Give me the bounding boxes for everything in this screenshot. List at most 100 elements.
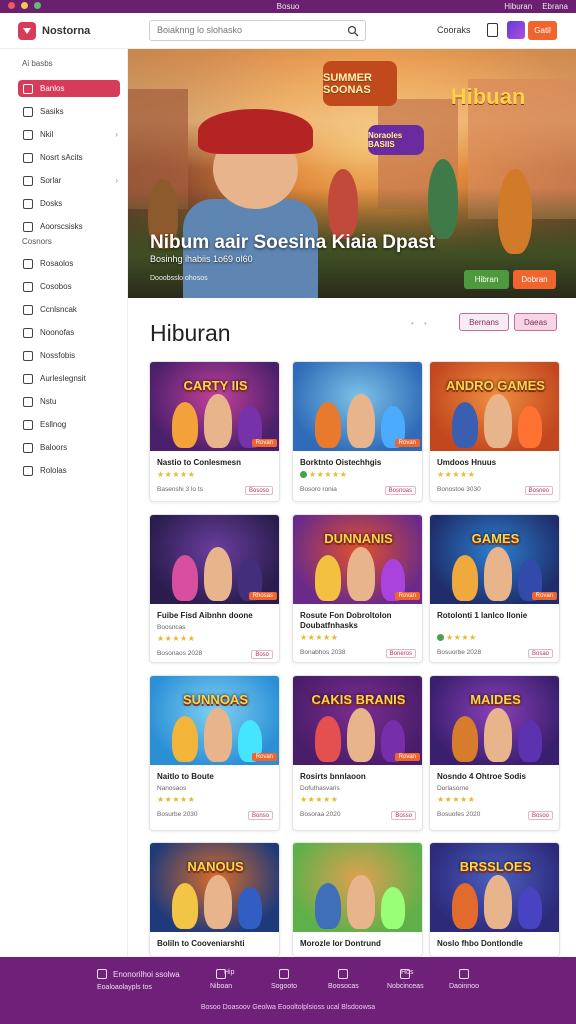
- game-thumbnail[interactable]: NANOUS: [150, 843, 279, 932]
- game-meta: Bonabhos 2038: [300, 649, 346, 656]
- sidebar-item[interactable]: Dosks: [18, 195, 120, 212]
- sidebar-item-icon: [23, 442, 33, 453]
- game-tag[interactable]: Bosnoas: [384, 486, 416, 495]
- footer-nav-item[interactable]: Daoinnoo: [449, 969, 479, 990]
- header-action-button[interactable]: Gatil: [528, 21, 557, 40]
- sidebar-item[interactable]: Nosrt sAcits: [18, 149, 120, 166]
- game-tag[interactable]: Boso: [251, 650, 273, 659]
- sidebar-item[interactable]: Sasiks: [18, 103, 120, 120]
- thumbnail-figure: [452, 555, 478, 601]
- hero-play-button[interactable]: Hibran: [464, 270, 509, 289]
- filter-button-a[interactable]: Bernans: [459, 313, 509, 331]
- sidebar-item[interactable]: Nossfobis: [18, 347, 120, 364]
- game-tag[interactable]: Bosao: [527, 649, 553, 658]
- game-card[interactable]: SUNNOAS Rovan Naitlo to Boute Nanosaos ★★★★★…: [149, 675, 280, 831]
- game-title: Umdoos Hnuus: [437, 458, 497, 467]
- footer-primary[interactable]: Enonorilhoi ssolwa Eoaloaolaypls tos: [97, 969, 180, 991]
- sidebar-item[interactable]: Cosobos: [18, 278, 120, 295]
- search-icon[interactable]: [347, 25, 359, 37]
- game-thumbnail[interactable]: DUNNANIS Rovan: [293, 515, 422, 604]
- rating-stars: ★★★★★: [157, 470, 195, 479]
- game-tag[interactable]: Bonso: [247, 811, 273, 820]
- thumbnail-figure: [484, 708, 512, 762]
- filter-button-b[interactable]: Daeas: [514, 313, 557, 331]
- game-title: Nastio to Conlesmesn: [157, 458, 242, 467]
- thumbnail-title: SUNNOAS: [182, 692, 248, 707]
- status-dot-icon: [437, 634, 444, 641]
- game-title: Rosute Fon Dobroltolon Doubatfnhasks: [300, 611, 392, 630]
- game-card[interactable]: BRSSLOES Noslo fhbo Dontlondle: [429, 842, 560, 957]
- sidebar-item[interactable]: Baloors: [18, 439, 120, 456]
- search-input[interactable]: [157, 25, 342, 35]
- sidebar-item[interactable]: Ccnlsncak: [18, 301, 120, 318]
- footer-nav-icon: [458, 969, 469, 979]
- document-icon[interactable]: [487, 23, 498, 37]
- game-tag[interactable]: Bosso: [391, 811, 416, 820]
- game-tag[interactable]: Bosoo: [527, 811, 553, 820]
- thumbnail-badge: Rhosas: [248, 592, 277, 600]
- avatar[interactable]: [507, 21, 525, 39]
- sidebar-item[interactable]: Rololas: [18, 462, 120, 479]
- search-box[interactable]: [149, 20, 366, 41]
- sidebar-item-label: Banlos: [40, 84, 65, 93]
- sidebar-item[interactable]: Nkil ›: [18, 126, 120, 143]
- sidebar-item[interactable]: Noonofas: [18, 324, 120, 341]
- game-meta: Bosoro ronia: [300, 486, 337, 493]
- sidebar-item[interactable]: Banlos: [18, 80, 120, 97]
- thumbnail-figure: [518, 406, 542, 448]
- thumbnail-figure: [484, 547, 512, 601]
- game-thumbnail[interactable]: [293, 843, 422, 932]
- game-card[interactable]: CARTY IIS Rovan Nastio to Conlesmesn ★★★★★ B…: [149, 361, 280, 502]
- game-card[interactable]: Rovan Borktnto Oistechhgis ★★★★★ Bosoro ron…: [292, 361, 423, 502]
- sidebar-item[interactable]: Rosaolos: [18, 255, 120, 272]
- game-card[interactable]: Rhosas Fuibe Fisd Aibnhn doone Boosncas ★★★…: [149, 514, 280, 663]
- game-card[interactable]: NANOUS Boliln to Cooveniarshti: [149, 842, 280, 957]
- thumbnail-title: GAMES: [471, 531, 520, 546]
- footer-nav-item[interactable]: Boosocas: [328, 969, 359, 990]
- footer-nav-item[interactable]: Hos Nobcinceas: [387, 969, 424, 990]
- logo-icon: [18, 22, 36, 40]
- game-thumbnail[interactable]: SUNNOAS Rovan: [150, 676, 279, 765]
- sidebar-item[interactable]: Aoorscsisks: [18, 218, 120, 235]
- thumbnail-figure: [315, 883, 341, 929]
- footer-nav-item[interactable]: Hip Niboan: [210, 969, 235, 990]
- hero-more-button[interactable]: Dobran: [513, 270, 556, 289]
- section-title: Hiburan: [150, 320, 231, 346]
- game-tag[interactable]: Bosneo: [524, 486, 553, 495]
- sidebar-item[interactable]: Aurleslegnsit: [18, 370, 120, 387]
- game-tag[interactable]: Boneros: [385, 649, 416, 658]
- sidebar-item-label: Esllnog: [40, 420, 67, 429]
- game-card[interactable]: DUNNANIS Rovan Rosute Fon Dobroltolon Doub…: [292, 514, 423, 663]
- game-tag[interactable]: Bososo: [244, 486, 273, 495]
- logo[interactable]: Nostorna: [18, 22, 90, 40]
- game-card[interactable]: GAMES Rovan Rotolonti 1 lanlco llonie ★★★★ B…: [429, 514, 560, 663]
- footer-nav-item[interactable]: Sogooto: [271, 969, 297, 990]
- logo-text: Nostorna: [42, 25, 91, 37]
- game-card[interactable]: CAKIS BRANIS Rovan Rosirts bnnlaoon Dofutha…: [292, 675, 423, 831]
- game-thumbnail[interactable]: Rhosas: [150, 515, 279, 604]
- game-thumbnail[interactable]: MAIDES: [430, 676, 559, 765]
- thumbnail-figure: [381, 887, 405, 929]
- game-thumbnail[interactable]: CARTY IIS Rovan: [150, 362, 279, 451]
- game-thumbnail[interactable]: Rovan: [293, 362, 422, 451]
- footer-copyright: Bosoo Doasoov Geolwa Eoooltolplsioss uca…: [200, 1004, 376, 1011]
- game-thumbnail[interactable]: CAKIS BRANIS Rovan: [293, 676, 422, 765]
- game-card[interactable]: ANDRO GAMES Umdoos Hnuus ★★★★★ Bonostoe 303…: [429, 361, 560, 502]
- header-link[interactable]: Cooraks: [437, 25, 471, 35]
- game-thumbnail[interactable]: GAMES Rovan: [430, 515, 559, 604]
- game-card[interactable]: Morozle lor Dontrund: [292, 842, 423, 957]
- rating-stars: ★★★★★: [157, 795, 195, 804]
- sidebar-item[interactable]: Sorlar ›: [18, 172, 120, 189]
- sidebar-item[interactable]: Esllnog: [18, 416, 120, 433]
- game-card[interactable]: MAIDES Nosndo 4 Ohtroe Sodis Dorlasorne ★★★…: [429, 675, 560, 831]
- game-thumbnail[interactable]: ANDRO GAMES: [430, 362, 559, 451]
- sidebar-item-icon: [23, 419, 33, 430]
- game-title: Fuibe Fisd Aibnhn doone: [157, 611, 253, 620]
- sidebar-item[interactable]: Nstu: [18, 393, 120, 410]
- game-thumbnail[interactable]: BRSSLOES: [430, 843, 559, 932]
- carousel-pager[interactable]: • •: [411, 319, 431, 328]
- game-title: Nosndo 4 Ohtroe Sodis: [437, 772, 526, 781]
- thumbnail-title: MAIDES: [470, 692, 521, 707]
- game-meta: Bosonaos 2028: [157, 650, 203, 657]
- thumbnail-badge: Rovan: [531, 592, 557, 600]
